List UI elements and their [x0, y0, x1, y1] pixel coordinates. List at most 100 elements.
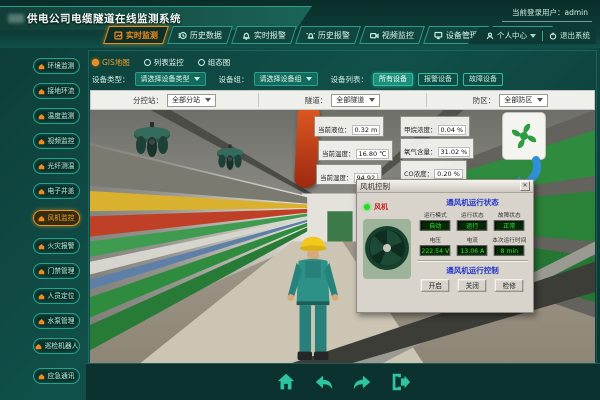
device-icon	[434, 31, 443, 40]
divider	[542, 31, 543, 41]
tunnel-label: 隧道：	[305, 95, 328, 106]
house-icon	[38, 293, 45, 300]
sidebar-item-fire-alarm[interactable]: 火灾报警	[33, 238, 80, 254]
person-icon	[486, 32, 494, 40]
runtime-display: 8 min	[494, 245, 524, 255]
sensor-liquid-level: 当前液位：0.32 m	[314, 116, 384, 137]
radio-dot-icon	[198, 59, 205, 66]
house-icon	[38, 268, 45, 275]
station-select[interactable]: 全部分站	[167, 94, 216, 107]
sidebar-item-temperature-monitor[interactable]: 温度监测	[33, 108, 80, 124]
device-type-label: 设备类型：	[92, 74, 130, 85]
dropdown-arrow-icon	[194, 77, 200, 81]
all-devices-button[interactable]: 所有设备	[373, 73, 413, 86]
sidebar-item-access-control[interactable]: 门禁管理	[33, 263, 80, 279]
voltage-display: 222.54 V	[420, 245, 450, 255]
tab-history-data[interactable]: 历史数据	[167, 26, 233, 44]
header-bar: 供电公司电缆隧道在线监测系统 当前登录用户：admin 实时监测 历史数据 实时…	[0, 0, 600, 48]
dropdown-arrow-icon	[369, 98, 375, 102]
radio-list-monitor[interactable]: 列表监控	[144, 57, 184, 68]
home-icon[interactable]	[275, 371, 297, 393]
sidebar-item-video-monitor[interactable]: 视频监控	[33, 133, 80, 149]
tab-realtime-monitor[interactable]: 实时监测	[103, 26, 169, 44]
alarm-devices-button[interactable]: 报警设备	[418, 73, 458, 86]
current-display: 13.06 A	[457, 245, 487, 255]
sidebar-item-electronic-manhole[interactable]: 电子井盖	[33, 183, 80, 199]
fan-maintenance-button[interactable]: 检修	[495, 279, 524, 291]
fan-stop-button[interactable]: 关闭	[458, 279, 487, 291]
alarm-history-icon	[306, 31, 315, 40]
radio-gis-map[interactable]: GIS地图	[92, 57, 130, 68]
run-state-display: 运行	[457, 220, 487, 230]
power-icon	[549, 32, 557, 40]
tab-history-alarm[interactable]: 历史报警	[295, 26, 361, 44]
fault-state-display: 正常	[494, 220, 524, 230]
house-icon	[38, 113, 45, 120]
sidebar-item-fan-monitor[interactable]: 风机监控	[33, 210, 80, 226]
sidebar-item-personnel-location[interactable]: 人员定位	[33, 288, 80, 304]
ceiling-fan-icon	[130, 122, 174, 158]
zone-filter-group: 防区： 全部防区	[427, 94, 594, 107]
sidebar-item-environment-monitor[interactable]: 环境监测	[33, 58, 80, 74]
sidebar-item-pump-management[interactable]: 水泵管理	[33, 313, 80, 329]
app-title: 供电公司电缆隧道在线监测系统	[27, 11, 181, 26]
metric-label: 电流	[455, 235, 490, 244]
status-section-header: 通风机运行状态	[415, 197, 530, 208]
fan-start-button[interactable]: 开启	[421, 279, 450, 291]
close-icon[interactable]: ✕	[520, 181, 530, 191]
clock-list-icon	[178, 31, 187, 40]
device-type-select[interactable]: 请选择设备类型	[135, 72, 206, 86]
dropdown-arrow-icon	[537, 98, 543, 102]
dialog-title: 风机控制	[360, 181, 520, 192]
run-mode-display: 自动	[420, 220, 450, 230]
dialog-titlebar[interactable]: 风机控制 ✕	[357, 180, 533, 193]
sidebar-item-ground-circulation[interactable]: 接地环流	[33, 83, 80, 99]
fault-devices-button[interactable]: 故障设备	[463, 73, 503, 86]
device-group-select[interactable]: 请选择设备组	[254, 72, 318, 86]
redo-arrow-icon[interactable]	[351, 371, 373, 393]
sensor-overlay-left: 当前液位：0.32 m 当前温度：16.80 ℃ 当前湿度：94.92	[314, 116, 393, 188]
app-window: 供电公司电缆隧道在线监测系统 当前登录用户：admin 实时监测 历史数据 实时…	[0, 0, 600, 400]
video-camera-icon	[370, 31, 379, 40]
dialog-right-panel: 通风机运行状态 运行模式 运行状态 故障状态 自动 运行 正常 电压 电流 本次…	[415, 194, 530, 309]
tunnel-select[interactable]: 全部隧道	[331, 94, 380, 107]
sidebar-item-fiber-temperature[interactable]: 光纤测温	[33, 158, 80, 174]
sidebar-item-emergency-comm[interactable]: 应急通讯	[33, 368, 80, 384]
house-icon	[38, 215, 45, 222]
divider	[417, 260, 528, 262]
station-label: 分控站：	[133, 95, 163, 106]
house-icon	[38, 163, 45, 170]
station-filter-group: 分控站： 全部分站	[91, 94, 258, 107]
fan-control-dialog: 风机控制 ✕ 风机 通风机运行状态 运行模式 运行状态 故	[356, 179, 534, 313]
redacted-company-name	[8, 14, 24, 23]
monitor-icon	[114, 31, 123, 40]
device-list-label: 设备列表：	[331, 74, 369, 85]
logout-button[interactable]: 退出系统	[549, 30, 590, 41]
sensor-methane: 甲烷浓度：0.04 %	[400, 116, 470, 137]
tab-video-monitor[interactable]: 视频监控	[359, 26, 425, 44]
house-icon	[38, 243, 45, 250]
sidebar-item-inspection-robot[interactable]: 巡检机器人	[33, 338, 80, 354]
tab-realtime-alarm[interactable]: 实时报警	[231, 26, 297, 44]
house-icon	[38, 373, 45, 380]
dialog-fan-panel: 风机	[360, 196, 414, 309]
sensor-temperature: 当前温度：16.80 ℃	[318, 140, 393, 161]
view-mode-radios: GIS地图 列表监控 组态图	[92, 57, 230, 68]
exit-icon[interactable]	[389, 371, 411, 393]
zone-label: 防区：	[473, 95, 496, 106]
worker-figure	[286, 230, 340, 363]
zone-select[interactable]: 全部防区	[499, 94, 548, 107]
chevron-down-icon	[530, 34, 536, 38]
house-icon	[38, 318, 45, 325]
sensor-co: CO浓度：0.20 %	[400, 160, 467, 181]
undo-arrow-icon[interactable]	[313, 371, 335, 393]
status-label: 运行模式	[418, 210, 453, 219]
radio-scada-view[interactable]: 组态图	[198, 57, 231, 68]
dropdown-arrow-icon	[205, 98, 211, 102]
filter-bar: 分控站： 全部分站 隧道： 全部隧道 防区： 全部防区	[90, 90, 595, 110]
status-led-icon	[364, 204, 370, 210]
bottom-nav-bar	[86, 363, 600, 400]
personal-center-menu[interactable]: 个人中心	[486, 30, 536, 41]
control-section-header: 通风机运行控制	[415, 265, 530, 276]
dropdown-arrow-icon	[306, 77, 312, 81]
